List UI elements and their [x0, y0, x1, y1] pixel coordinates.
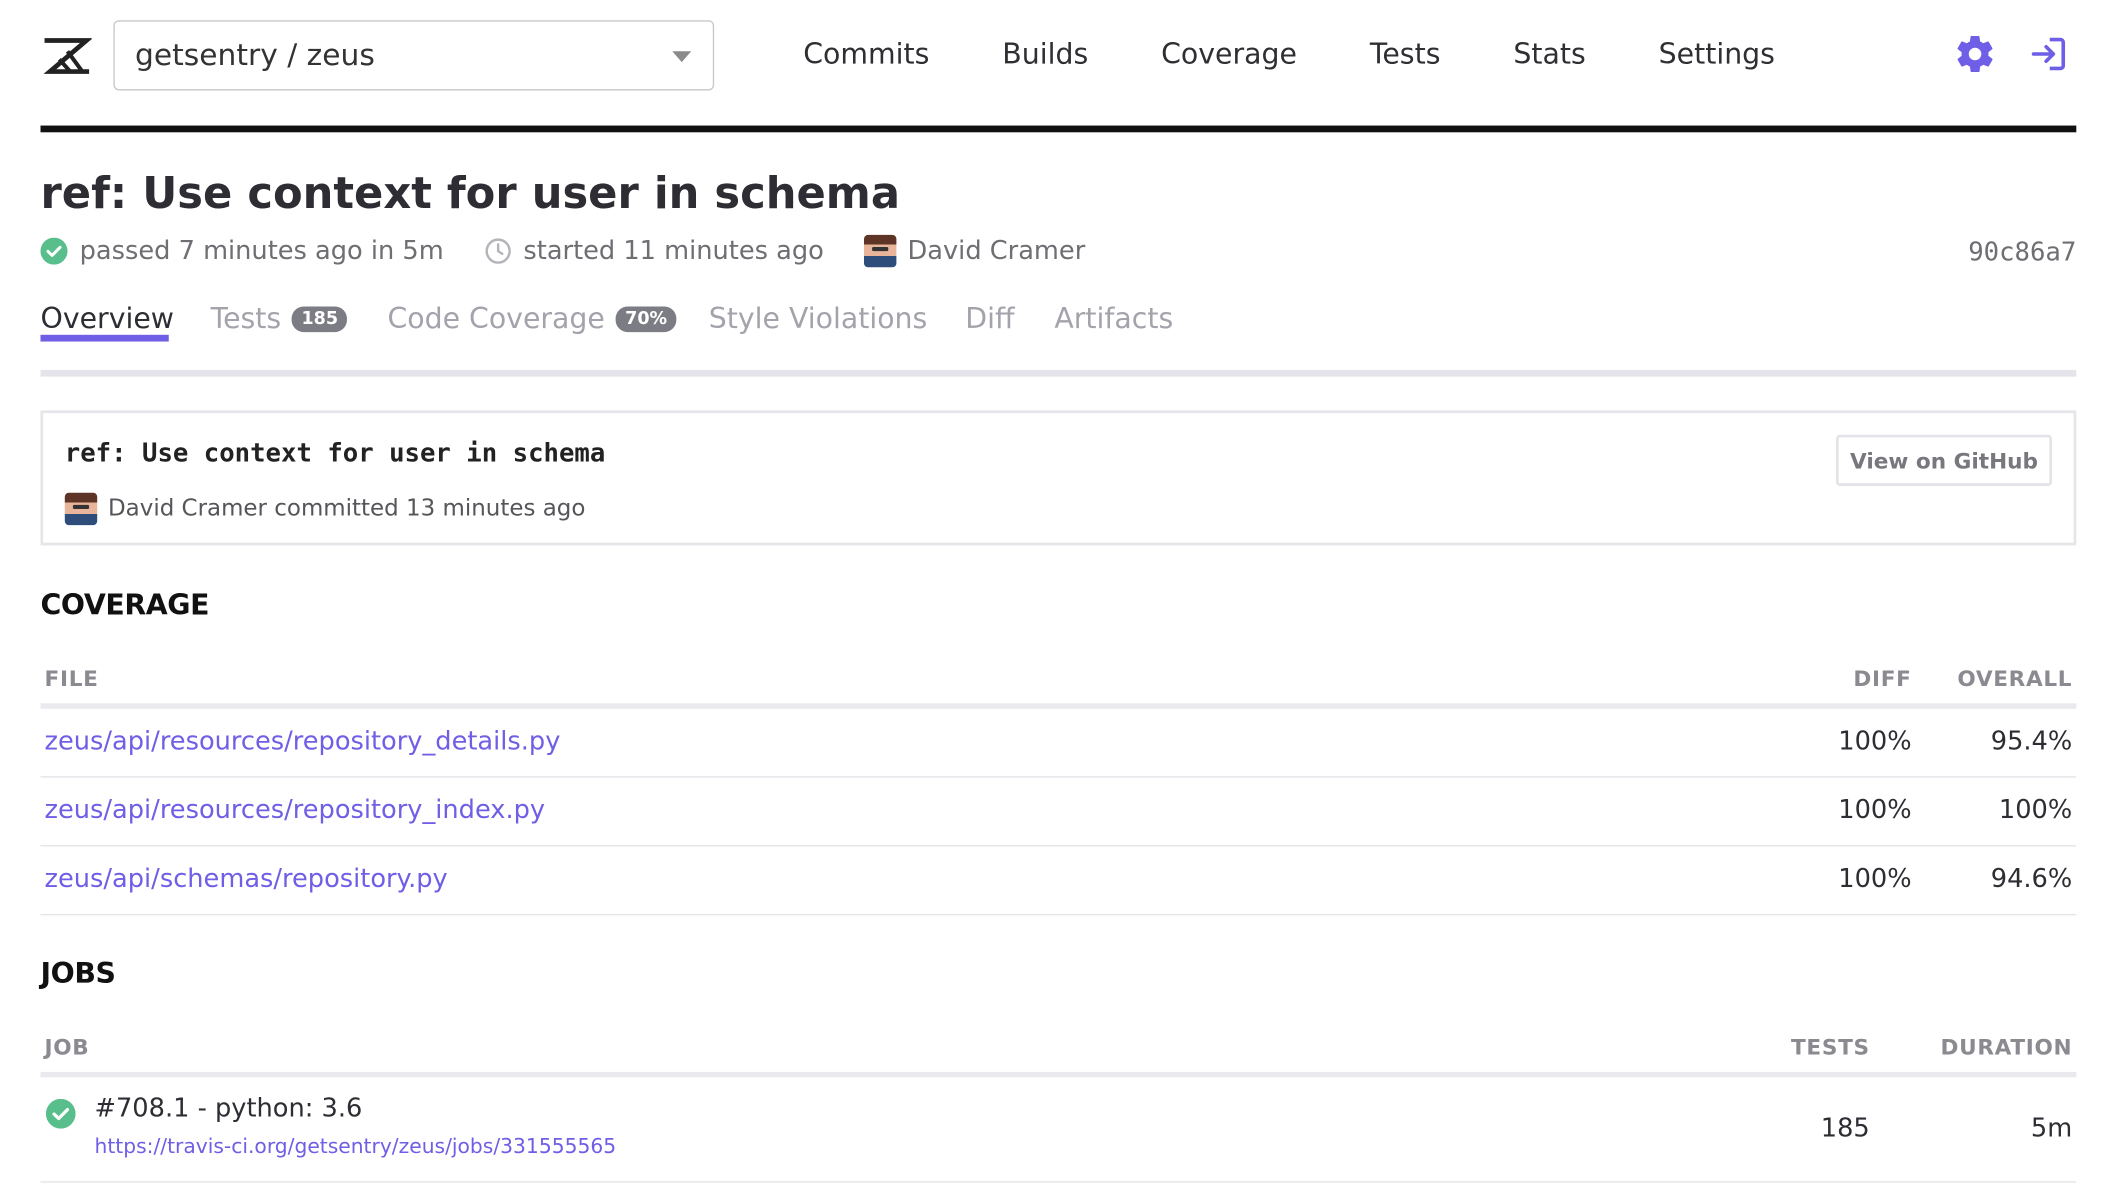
tab-artifacts[interactable]: Artifacts — [1054, 302, 1173, 334]
chevron-down-icon — [672, 51, 692, 63]
nav-settings[interactable]: Settings — [1659, 38, 1775, 70]
nav-coverage[interactable]: Coverage — [1161, 38, 1297, 70]
jobs-heading: JOBS — [40, 957, 116, 990]
coverage-table-header: FILE DIFF OVERALL — [40, 649, 2077, 709]
nav-tests[interactable]: Tests — [1370, 38, 1441, 70]
jobs-table-header: JOB TESTS DURATION — [40, 1018, 2077, 1078]
job-row[interactable]: #708.1 - python: 3.6 https://travis-ci.o… — [40, 1077, 2077, 1183]
nav-commits[interactable]: Commits — [803, 38, 929, 70]
nav-builds[interactable]: Builds — [1002, 38, 1088, 70]
main-nav: Commits Builds Coverage Tests Stats Sett… — [803, 38, 1848, 70]
build-tabs: Overview Tests 185 Code Coverage 70% Sty… — [40, 302, 2077, 377]
coverage-diff-value: 100% — [1838, 726, 1912, 756]
view-on-github-button[interactable]: View on GitHub — [1836, 434, 2052, 486]
top-navigation-bar: getsentry / zeus Commits Builds Coverage… — [40, 0, 2077, 133]
column-header-overall: OVERALL — [1957, 665, 2073, 692]
coverage-overall-value: 95.4% — [1990, 726, 2073, 756]
build-started: started 11 minutes ago — [484, 236, 824, 266]
coverage-file-link[interactable]: zeus/api/resources/repository_details.py — [45, 726, 561, 756]
active-tab-indicator — [40, 334, 169, 342]
avatar — [64, 492, 98, 526]
tab-style-violations-label: Style Violations — [708, 302, 928, 335]
build-author: David Cramer — [864, 234, 1086, 268]
coverage-overall-value: 100% — [1998, 795, 2073, 825]
tab-diff[interactable]: Diff — [965, 302, 1014, 334]
commit-byline-text: David Cramer committed 13 minutes ago — [108, 495, 586, 523]
tab-code-coverage-label: Code Coverage — [387, 302, 605, 335]
job-tests-count: 185 — [1820, 1113, 1870, 1144]
coverage-percent-badge: 70% — [615, 305, 677, 332]
table-row: zeus/api/resources/repository_details.py… — [40, 709, 2077, 778]
coverage-diff-value: 100% — [1838, 795, 1912, 825]
column-header-duration: DURATION — [1940, 1034, 2073, 1060]
build-started-text: started 11 minutes ago — [523, 236, 824, 266]
tab-diff-label: Diff — [965, 302, 1015, 335]
coverage-file-link[interactable]: zeus/api/schemas/repository.py — [45, 864, 448, 894]
tests-count-badge: 185 — [292, 305, 348, 332]
coverage-table: FILE DIFF OVERALL zeus/api/resources/rep… — [40, 649, 2077, 916]
tab-tests[interactable]: Tests 185 — [210, 302, 348, 335]
tab-tests-label: Tests — [210, 302, 282, 335]
coverage-diff-value: 100% — [1838, 864, 1912, 894]
column-header-tests: TESTS — [1791, 1034, 1870, 1060]
jobs-table: JOB TESTS DURATION #708.1 - python: 3.6 … — [40, 1018, 2077, 1183]
job-title: #708.1 - python: 3.6 — [94, 1093, 363, 1124]
zeus-logo-icon[interactable] — [41, 36, 92, 77]
commit-message: ref: Use context for user in schema — [64, 438, 606, 469]
build-author-name: David Cramer — [907, 236, 1086, 266]
column-header-job: JOB — [44, 1034, 90, 1060]
check-circle-icon — [40, 237, 68, 265]
clock-icon — [485, 238, 511, 264]
build-status: passed 7 minutes ago in 5m — [40, 236, 444, 266]
coverage-overall-value: 94.6% — [1990, 864, 2073, 894]
repository-select[interactable]: getsentry / zeus — [113, 20, 715, 91]
tab-style-violations[interactable]: Style Violations — [709, 302, 928, 334]
coverage-heading: COVERAGE — [40, 588, 210, 621]
tab-overview[interactable]: Overview — [40, 302, 174, 342]
repository-select-value: getsentry / zeus — [135, 38, 375, 73]
nav-stats[interactable]: Stats — [1513, 38, 1585, 70]
build-title: ref: Use context for user in schema — [40, 167, 900, 219]
table-row: zeus/api/schemas/repository.py 100% 94.6… — [40, 846, 2077, 916]
logout-icon[interactable] — [2026, 32, 2069, 75]
tab-artifacts-label: Artifacts — [1054, 302, 1174, 335]
build-meta: passed 7 minutes ago in 5m started 11 mi… — [40, 234, 1126, 268]
commit-byline: David Cramer committed 13 minutes ago — [64, 492, 586, 526]
gear-icon[interactable] — [1953, 32, 1996, 75]
commit-summary: ref: Use context for user in schema Davi… — [40, 410, 2077, 546]
column-header-diff: DIFF — [1853, 665, 1912, 692]
tab-code-coverage[interactable]: Code Coverage 70% — [387, 302, 677, 335]
tab-overview-label: Overview — [40, 302, 174, 335]
commit-sha[interactable]: 90c86a7 — [1968, 238, 2076, 268]
job-duration: 5m — [2030, 1113, 2073, 1144]
column-header-file: FILE — [44, 665, 99, 692]
coverage-file-link[interactable]: zeus/api/resources/repository_index.py — [45, 795, 546, 825]
avatar — [864, 234, 897, 268]
table-row: zeus/api/resources/repository_index.py 1… — [40, 778, 2077, 847]
job-url-link[interactable]: https://travis-ci.org/getsentry/zeus/job… — [95, 1134, 617, 1158]
check-circle-icon — [45, 1098, 76, 1129]
build-status-text: passed 7 minutes ago in 5m — [79, 236, 444, 266]
